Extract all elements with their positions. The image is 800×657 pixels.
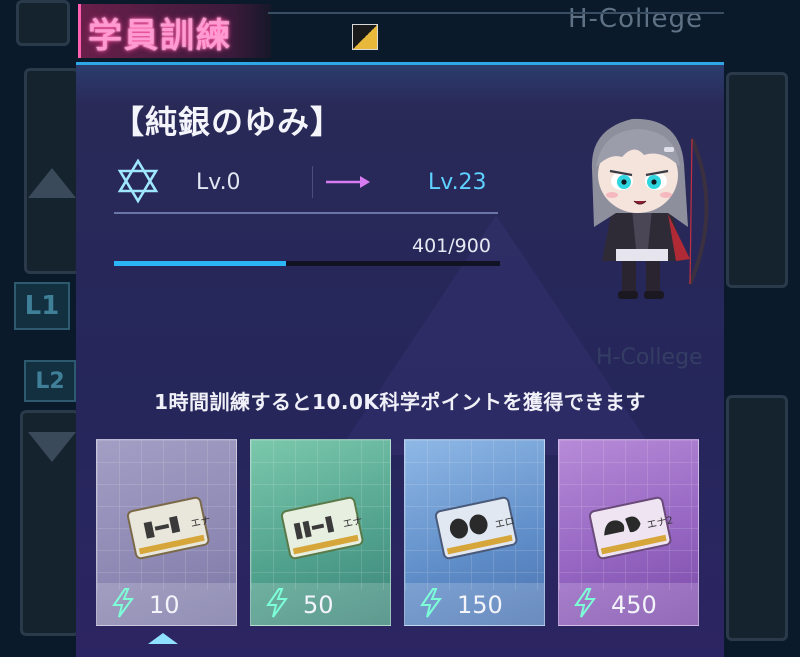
card-cost-bar: 50 bbox=[251, 583, 390, 625]
lightning-bolt-icon bbox=[420, 588, 442, 618]
arrow-right-icon bbox=[326, 176, 370, 188]
panel-faded-college-label: H-College bbox=[596, 345, 703, 370]
training-card-10[interactable]: エナ 10 bbox=[96, 439, 237, 626]
training-card-150[interactable]: エロ 150 bbox=[404, 439, 545, 626]
exp-progress-fill bbox=[114, 261, 286, 266]
page-title: 学員訓練 bbox=[88, 16, 232, 56]
training-card-50[interactable]: エナ 50 bbox=[250, 439, 391, 626]
title-bar-line bbox=[268, 12, 724, 14]
background-down-arrow-icon bbox=[28, 432, 76, 462]
triangle-up-icon bbox=[148, 633, 178, 644]
background-l1-button: L1 bbox=[14, 282, 70, 330]
training-ticket-icon: エナ bbox=[126, 496, 211, 560]
l1-label: L1 bbox=[24, 291, 60, 321]
training-ticket-icon: エナ2 bbox=[588, 496, 673, 560]
background-frame-right bbox=[726, 72, 788, 288]
training-ticket-icon: エナ bbox=[280, 496, 364, 560]
exp-progress-bar bbox=[114, 261, 500, 266]
slash-icon[interactable] bbox=[352, 24, 378, 50]
card-cost-value: 50 bbox=[303, 591, 334, 619]
background-up-arrow-icon bbox=[28, 168, 76, 198]
level-target: Lv.23 bbox=[428, 170, 487, 195]
level-divider bbox=[312, 166, 313, 198]
training-reward-message: 1時間訓練すると10.0K科学ポイントを獲得できます bbox=[154, 390, 646, 414]
level-underline bbox=[114, 212, 498, 214]
card-cost-bar: 450 bbox=[559, 583, 698, 625]
card-cost-value: 150 bbox=[457, 591, 503, 619]
background-frame-left bbox=[16, 0, 70, 46]
background-college-label: H-College bbox=[568, 4, 703, 34]
background-frame-right-low bbox=[726, 395, 788, 641]
level-current: Lv.0 bbox=[196, 170, 241, 195]
training-panel: H-College 【純銀のゆみ】 Lv.0 Lv.23 401/900 1時間… bbox=[76, 62, 724, 657]
card-cost-bar: 10 bbox=[97, 583, 236, 625]
card-cost-bar: 150 bbox=[405, 583, 544, 625]
background-l2-button: L2 bbox=[24, 360, 76, 402]
training-card-450[interactable]: エナ2 450 bbox=[558, 439, 699, 626]
lightning-bolt-icon bbox=[266, 588, 288, 618]
card-cost-value: 10 bbox=[149, 591, 180, 619]
star-of-david-icon bbox=[117, 158, 159, 204]
training-ticket-icon: エロ bbox=[434, 496, 518, 560]
character-portrait bbox=[591, 118, 709, 299]
l2-label: L2 bbox=[35, 368, 65, 394]
card-cost-value: 450 bbox=[611, 591, 657, 619]
exp-counter: 401/900 bbox=[412, 235, 491, 257]
lightning-bolt-icon bbox=[112, 588, 134, 618]
character-name: 【純銀のゆみ】 bbox=[112, 103, 344, 141]
lightning-bolt-icon bbox=[574, 588, 596, 618]
